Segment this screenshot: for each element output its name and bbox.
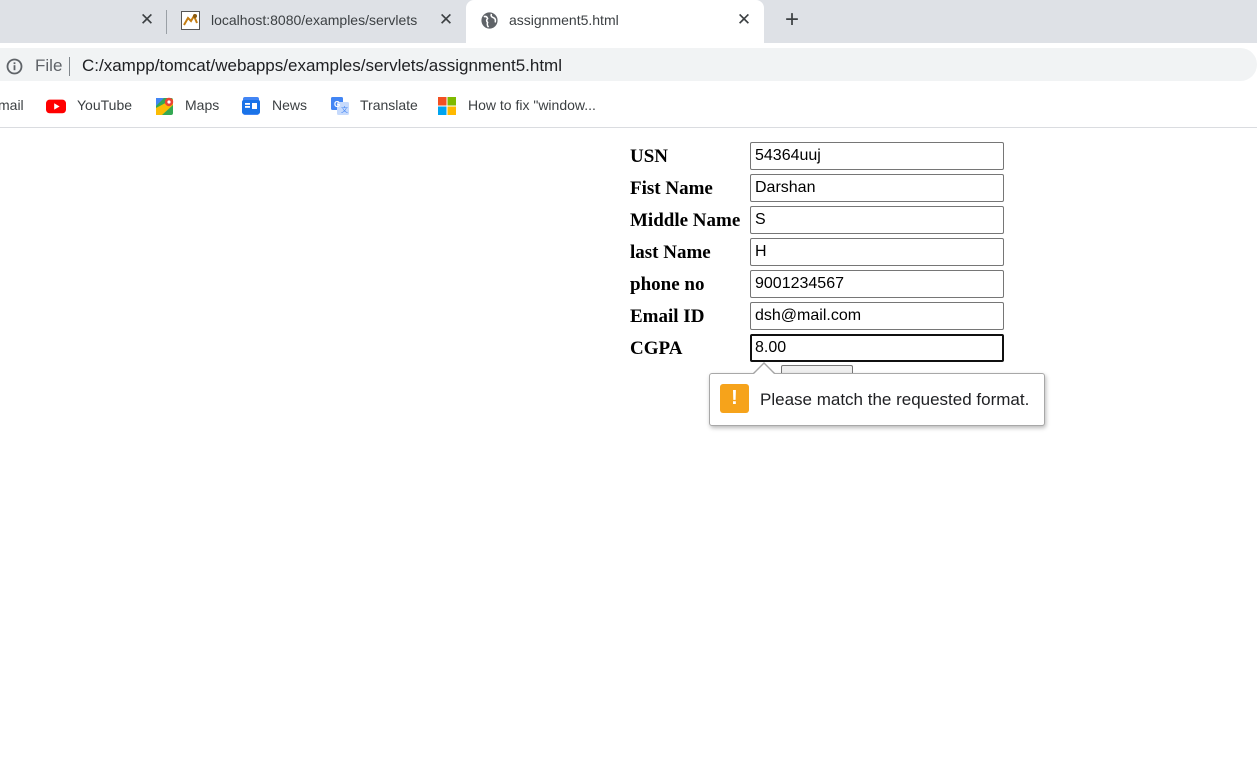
email-label: Email ID [630,306,705,327]
first-name-input[interactable] [750,174,1004,202]
bookmark-label: Maps [185,97,220,113]
bookmark-gmail[interactable]: mail [0,85,30,127]
bookmark-label: How to fix "window... [468,97,596,113]
phone-input[interactable] [750,270,1004,298]
usn-label: USN [630,146,669,167]
tab-separator [166,10,167,34]
validation-bubble-arrow-fill [753,364,775,375]
bookmark-label: mail [0,97,24,113]
url-text[interactable]: C:/xampp/tomcat/webapps/examples/servlet… [82,56,562,76]
last-name-input[interactable] [750,238,1004,266]
youtube-icon [46,99,66,114]
close-icon[interactable]: ✕ [137,10,157,30]
scheme-divider [69,57,70,76]
middle-name-label: Middle Name [630,210,741,231]
svg-text:G: G [334,100,340,109]
validation-bubble: ! Please match the requested format. [709,373,1045,426]
tab-title: assignment5.html [509,12,619,28]
bookmark-maps[interactable]: Maps [155,85,225,127]
bookmark-translate[interactable]: G 文 Translate [330,85,422,127]
usn-input[interactable] [750,142,1004,170]
tab-3-active[interactable]: assignment5.html ✕ [466,0,764,43]
bookmark-label: News [272,97,308,113]
tab-title: localhost:8080/examples/servlets [211,12,418,28]
last-name-label: last Name [630,242,711,263]
close-icon[interactable]: ✕ [734,10,754,30]
url-scheme-chip[interactable]: File [35,56,62,76]
validation-message: Please match the requested format. [760,390,1030,409]
tomcat-icon [181,11,200,30]
tab-strip: ✕ localhost:8080/examples/servlets ✕ ass… [0,0,1257,43]
first-name-label: Fist Name [630,178,713,199]
info-icon[interactable] [6,58,23,75]
svg-text:文: 文 [341,105,348,114]
tab-2[interactable]: localhost:8080/examples/servlets ✕ [168,0,464,43]
bookmark-label: YouTube [77,97,133,113]
tab-1[interactable]: ✕ [0,0,165,43]
windows-icon [438,97,456,115]
bookmark-how-to-fix[interactable]: How to fix "window... [437,85,617,127]
bookmark-label: Translate [360,97,418,113]
news-icon [242,97,260,115]
bookmark-youtube[interactable]: YouTube [45,85,140,127]
middle-name-input[interactable] [750,206,1004,234]
email-input[interactable] [750,302,1004,330]
maps-icon [156,97,174,115]
cgpa-input[interactable] [750,334,1004,362]
cgpa-label: CGPA [630,338,683,359]
warning-icon: ! [720,384,749,413]
new-tab-button[interactable]: + [780,8,804,33]
bookmark-news[interactable]: News [241,85,313,127]
bookmarks-bar: mail YouTube Maps News G 文 Translate How… [0,85,1257,128]
translate-icon: G 文 [331,97,349,115]
phone-label: phone no [630,274,705,295]
close-icon[interactable]: ✕ [436,10,456,30]
globe-icon [481,12,498,29]
